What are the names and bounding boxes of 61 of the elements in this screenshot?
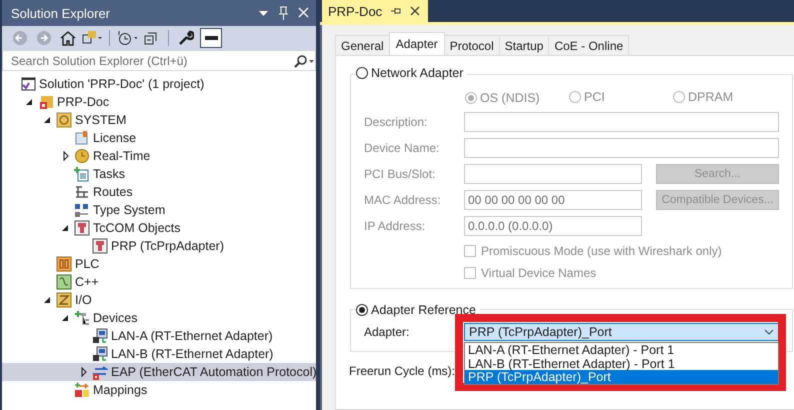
bar-icon	[203, 33, 219, 43]
adapter-dropdown[interactable]: PRP (TcPrpAdapter)_Port	[464, 323, 779, 341]
text-field[interactable]	[464, 164, 642, 184]
arrows-icon	[92, 364, 108, 380]
tab[interactable]: CoE - Online	[548, 35, 630, 55]
field-label: Adapter:	[364, 325, 410, 339]
radio-button[interactable]: Adapter Reference	[356, 303, 476, 317]
blocks-icon	[74, 202, 90, 218]
routes-icon	[74, 184, 90, 200]
tree-item[interactable]: Mappings	[2, 381, 316, 399]
network-card-icon	[92, 328, 108, 344]
tab[interactable]: Startup	[498, 35, 550, 55]
tree-item[interactable]: C++	[2, 273, 316, 291]
tree-item[interactable]: LAN-A (RT-Ethernet Adapter)	[2, 327, 316, 345]
tree-item[interactable]: I/O	[2, 291, 316, 309]
tree-item[interactable]: Type System	[2, 201, 316, 219]
search-input[interactable]: Search Solution Explorer (Ctrl+ü)	[3, 54, 293, 68]
tree-item[interactable]: PLC	[2, 255, 316, 273]
dropdown-option[interactable]: PRP (TcPrpAdapter)_Port	[465, 370, 778, 384]
tab[interactable]: General	[335, 35, 390, 55]
cpp-icon	[56, 274, 72, 290]
history-icon[interactable]	[117, 28, 137, 48]
device-tree-icon	[74, 310, 90, 326]
component-icon	[74, 220, 90, 236]
field-label: Description:	[364, 115, 428, 129]
tree-item[interactable]: LAN-B (RT-Ethernet Adapter)	[2, 345, 316, 363]
io-icon	[56, 292, 72, 308]
pin-icon[interactable]	[390, 6, 402, 16]
tree-item[interactable]: TcCOM Objects	[2, 219, 316, 237]
document-tab[interactable]: PRP-Doc	[322, 0, 428, 22]
field-label: MAC Address:	[364, 193, 442, 207]
pin-icon	[277, 5, 289, 21]
field-label: Device Name:	[364, 141, 440, 155]
field-label: Freerun Cycle (ms):	[349, 364, 456, 378]
tree-item[interactable]: PRP (TcPrpAdapter)	[2, 237, 316, 255]
panel-title: Solution Explorer	[11, 6, 111, 20]
tree-item[interactable]: Real-Time	[2, 147, 316, 165]
network-card-icon	[92, 346, 108, 362]
tree-item[interactable]: SYSTEM	[2, 111, 316, 129]
tree-item[interactable]: Tasks	[2, 165, 316, 183]
close-icon[interactable]	[410, 6, 420, 16]
field-label: PCI Bus/Slot:	[364, 167, 436, 181]
tree-item[interactable]: License	[2, 129, 316, 147]
solution-icon	[20, 76, 36, 92]
search-field[interactable]: Search Solution Explorer (Ctrl+ü)	[2, 50, 316, 71]
tab[interactable]: Adapter	[388, 32, 445, 55]
tree-item[interactable]: PRP-Doc	[2, 93, 316, 111]
document-icon	[74, 130, 90, 146]
component-icon	[92, 238, 108, 254]
folder-icon	[38, 94, 54, 110]
preview-button[interactable]	[200, 28, 222, 48]
chevron-icon	[764, 329, 774, 335]
tree-item[interactable]: Solution 'PRP-Doc' (1 project)	[2, 75, 316, 93]
plc-icon	[56, 256, 72, 272]
tree-item[interactable]: EAP (EtherCAT Automation Protocol)	[2, 363, 316, 381]
search-icon[interactable]	[293, 54, 315, 68]
task-list-icon	[74, 166, 90, 182]
tree-item[interactable]: Routes	[2, 183, 316, 201]
field-label: IP Address:	[364, 219, 426, 233]
mapping-icon	[74, 382, 90, 398]
tree-item[interactable]: Devices	[2, 309, 316, 327]
